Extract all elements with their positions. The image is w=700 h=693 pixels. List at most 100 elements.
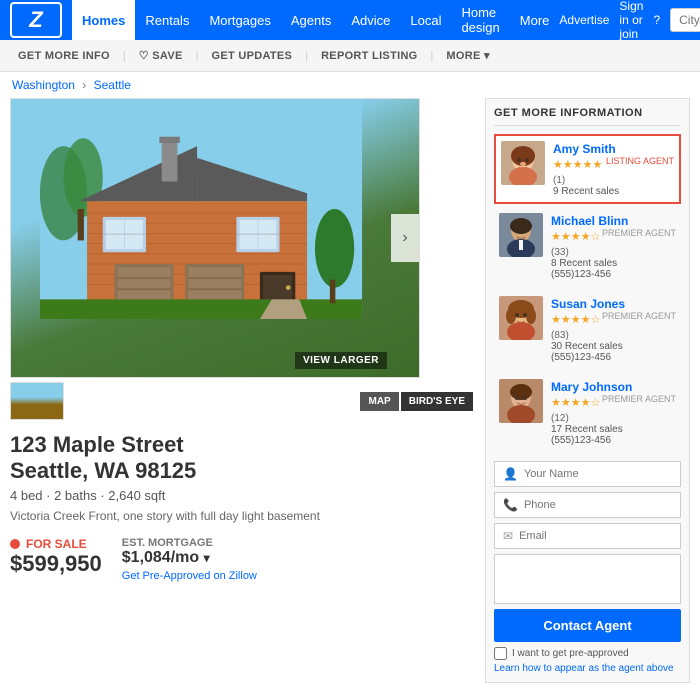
sign-in-link[interactable]: Sign in or join: [619, 0, 643, 41]
email-input[interactable]: [519, 530, 672, 542]
agent-badge-3: PREMIER AGENT: [602, 394, 676, 404]
main-navigation: Homes Rentals Mortgages Agents Advice Lo…: [72, 0, 559, 40]
birds-eye-button[interactable]: BIRD'S EYE: [401, 392, 473, 411]
nav-advice[interactable]: Advice: [341, 0, 400, 40]
status-label: FOR SALE: [26, 537, 87, 551]
listing-panel: › VIEW LARGER MAP BIRD'S EYE 123 Maple S…: [10, 98, 473, 683]
agent-photo-1: [499, 213, 543, 257]
main-content: › VIEW LARGER MAP BIRD'S EYE 123 Maple S…: [0, 98, 700, 693]
preapprove-link[interactable]: Get Pre-Approved on Zillow: [122, 570, 257, 582]
agent-card-3[interactable]: Mary Johnson PREMIER AGENT ★★★★☆ (12) 17…: [494, 372, 681, 453]
agents-list: Amy Smith LISTING AGENT ★★★★★ (1) 9 Rece…: [494, 134, 681, 453]
agent-card-1[interactable]: Michael Blinn PREMIER AGENT ★★★★☆ (33) 8…: [494, 206, 681, 287]
nav-local[interactable]: Local: [400, 0, 451, 40]
property-specs: 4 bed · 2 baths · 2,640 sqft: [10, 488, 473, 503]
agent-recent-sales-3: 17 Recent sales: [551, 424, 676, 435]
nav-more[interactable]: More: [510, 0, 560, 40]
mortgage-dropdown-icon[interactable]: ▾: [204, 551, 210, 565]
advertise-link[interactable]: Advertise: [559, 13, 609, 27]
agent-badge-2: PREMIER AGENT: [602, 311, 676, 321]
thumbnails-strip: MAP BIRD'S EYE: [10, 382, 473, 420]
phone-field-wrapper: 📞: [494, 492, 681, 518]
name-input[interactable]: [524, 468, 672, 480]
logo-text: Z: [29, 7, 42, 33]
preapprove-checkbox[interactable]: [494, 647, 507, 660]
email-icon: ✉: [503, 529, 513, 543]
agent-phone-2: (555)123-456: [551, 352, 676, 363]
mortgage-label: EST. MORTGAGE: [122, 537, 257, 549]
sub-nav-get-more-info[interactable]: GET MORE INFO: [10, 46, 118, 66]
agent-phone-1: (555)123-456: [551, 269, 676, 280]
help-icon[interactable]: ?: [653, 13, 660, 27]
mortgage-amount: $1,084/mo: [122, 549, 199, 566]
agent-card-0[interactable]: Amy Smith LISTING AGENT ★★★★★ (1) 9 Rece…: [494, 134, 681, 204]
contact-agent-button[interactable]: Contact Agent: [494, 609, 681, 642]
agent-review-count-0: (1): [553, 175, 565, 186]
get-more-info-section: GET MORE INFORMATION Amy Smith LISTING A…: [485, 98, 690, 683]
learn-appear-link[interactable]: Learn how to appear as the agent above: [494, 663, 681, 674]
contact-form: 👤 📞 ✉ Contact Agent I want to get pre-ap…: [494, 461, 681, 674]
agent-info-2: Susan Jones PREMIER AGENT ★★★★☆ (83) 30 …: [551, 296, 676, 363]
agent-review-count-3: (12): [551, 413, 569, 424]
agent-review-count-1: (33): [551, 247, 569, 258]
header: Z Homes Rentals Mortgages Agents Advice …: [0, 0, 700, 40]
search-input[interactable]: [679, 13, 700, 27]
header-right: Advertise Sign in or join ? 🔍: [559, 0, 700, 41]
phone-input[interactable]: [524, 499, 672, 511]
agent-stars-0: ★★★★★: [553, 159, 602, 171]
message-textarea[interactable]: [494, 554, 681, 604]
map-button[interactable]: MAP: [360, 392, 398, 411]
breadcrumb-city[interactable]: Seattle: [94, 78, 131, 92]
nav-mortgages[interactable]: Mortgages: [199, 0, 280, 40]
get-more-info-title: GET MORE INFORMATION: [494, 107, 681, 126]
listing-price: $599,950: [10, 551, 102, 577]
mortgage-block: EST. MORTGAGE $1,084/mo ▾ Get Pre-Approv…: [122, 537, 257, 582]
divider-4: |: [431, 50, 434, 62]
map-bird-eye-buttons: MAP BIRD'S EYE: [360, 392, 473, 411]
agent-name-1: Michael Blinn: [551, 214, 628, 228]
for-sale-block: FOR SALE $599,950: [10, 537, 102, 582]
agent-name-3: Mary Johnson: [551, 380, 632, 394]
sub-nav-report-listing[interactable]: REPORT LISTING: [313, 46, 425, 66]
agent-info-0: Amy Smith LISTING AGENT ★★★★★ (1) 9 Rece…: [553, 141, 674, 197]
agent-review-count-2: (83): [551, 330, 569, 341]
sub-nav-save[interactable]: ♡ SAVE: [131, 45, 191, 66]
nav-home-design[interactable]: Home design: [451, 0, 509, 40]
agent-stars-3: ★★★★☆: [551, 397, 600, 409]
price-section: FOR SALE $599,950 EST. MORTGAGE $1,084/m…: [10, 537, 473, 582]
property-description: Victoria Creek Front, one story with ful…: [10, 509, 473, 523]
sub-nav-more[interactable]: MORE ▾: [438, 45, 497, 66]
agent-recent-sales-0: 9 Recent sales: [553, 186, 674, 197]
right-panel: GET MORE INFORMATION Amy Smith LISTING A…: [485, 98, 690, 683]
main-photo: › VIEW LARGER: [10, 98, 420, 378]
nav-homes[interactable]: Homes: [72, 0, 135, 40]
next-photo-button[interactable]: ›: [391, 214, 419, 262]
nav-rentals[interactable]: Rentals: [135, 0, 199, 40]
mortgage-value: $1,084/mo ▾: [122, 549, 257, 567]
agent-photo-0: [501, 141, 545, 185]
breadcrumb: Washington › Seattle: [0, 72, 700, 98]
sub-navigation: GET MORE INFO | ♡ SAVE | GET UPDATES | R…: [0, 40, 700, 72]
agent-phone-3: (555)123-456: [551, 435, 676, 446]
sub-nav-get-updates[interactable]: GET UPDATES: [203, 46, 300, 66]
thumbnail-1[interactable]: [10, 382, 64, 420]
agent-name-0: Amy Smith: [553, 142, 616, 156]
zillow-logo[interactable]: Z: [10, 2, 62, 38]
agent-card-2[interactable]: Susan Jones PREMIER AGENT ★★★★☆ (83) 30 …: [494, 289, 681, 370]
name-field-wrapper: 👤: [494, 461, 681, 487]
agent-recent-sales-1: 8 Recent sales: [551, 258, 676, 269]
search-box[interactable]: 🔍: [670, 8, 700, 32]
view-larger-button[interactable]: VIEW LARGER: [295, 352, 387, 369]
agent-stars-1: ★★★★☆: [551, 231, 600, 243]
preapprove-checkbox-label: I want to get pre-approved: [512, 648, 629, 659]
phone-icon: 📞: [503, 498, 518, 512]
breadcrumb-state[interactable]: Washington: [12, 78, 75, 92]
divider-1: |: [123, 50, 126, 62]
nav-agents[interactable]: Agents: [281, 0, 341, 40]
agent-badge-0: LISTING AGENT: [606, 156, 674, 166]
photo-section: › VIEW LARGER MAP BIRD'S EYE: [10, 98, 473, 420]
agent-info-3: Mary Johnson PREMIER AGENT ★★★★☆ (12) 17…: [551, 379, 676, 446]
breadcrumb-separator: ›: [82, 78, 89, 92]
divider-3: |: [305, 50, 308, 62]
preapprove-checkbox-row: I want to get pre-approved: [494, 647, 681, 660]
